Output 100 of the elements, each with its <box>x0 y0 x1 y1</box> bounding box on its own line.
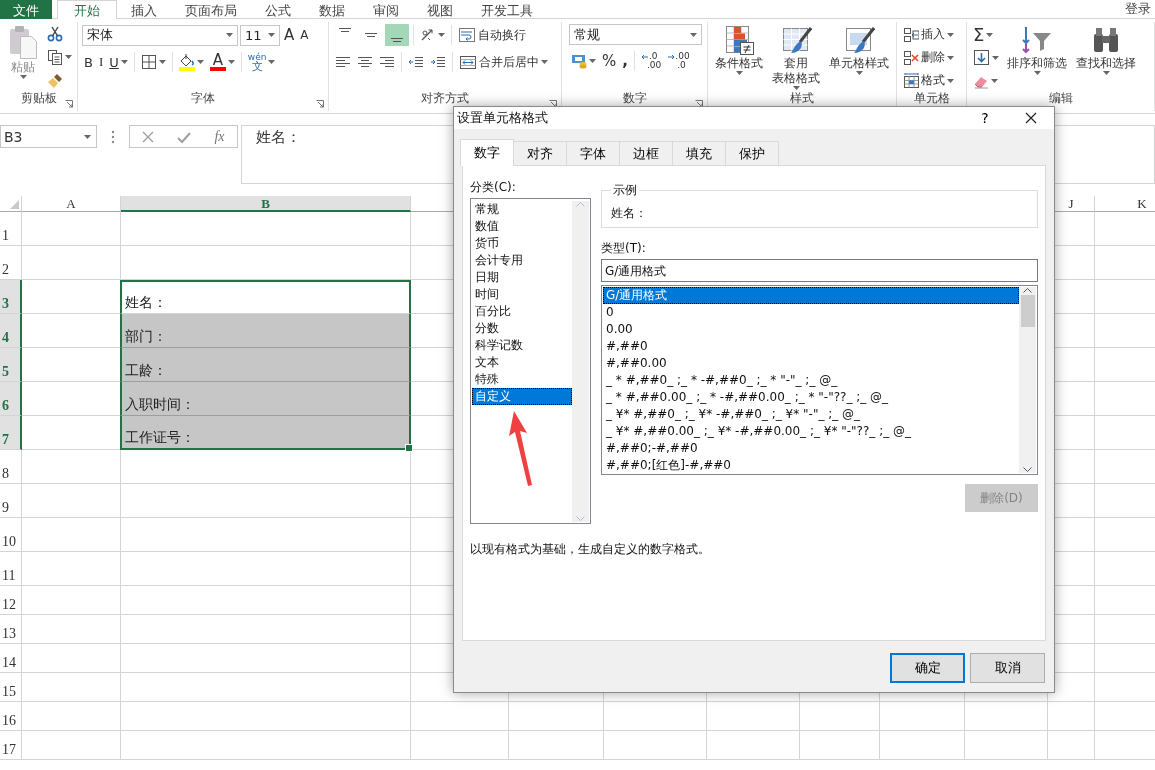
category-item[interactable]: 百分比 <box>472 303 572 320</box>
comma-button[interactable]: , <box>620 50 630 72</box>
row-header[interactable]: 5 <box>0 348 22 382</box>
format-item[interactable]: _ ¥* #,##0_ ;_ ¥* -#,##0_ ;_ ¥* "-"_ ;_ @_ <box>603 406 1019 423</box>
format-item[interactable]: _ * #,##0.00_ ;_ * -#,##0.00_ ;_ * "-"??_ ;_ @_ <box>603 389 1019 406</box>
row-header[interactable]: 6 <box>0 382 22 416</box>
format-item[interactable]: 0 <box>603 304 1019 321</box>
row-header[interactable]: 11 <box>0 552 22 586</box>
format-item[interactable]: #,##0 <box>603 338 1019 355</box>
category-item[interactable]: 文本 <box>472 354 572 371</box>
insert-cells-button[interactable]: 插入 <box>901 24 956 45</box>
delete-cells-button[interactable]: 删除 <box>901 47 956 68</box>
insert-function-button[interactable]: fx <box>211 128 228 145</box>
category-item[interactable]: 时间 <box>472 286 572 303</box>
dialog-tab[interactable]: 数字 <box>460 139 514 166</box>
italic-button[interactable]: I <box>96 51 106 73</box>
format-item[interactable]: _ ¥* #,##0.00_ ;_ ¥* -#,##0.00_ ;_ ¥* "-"??_ ;_ @_ <box>603 423 1019 440</box>
cancel-button[interactable]: 取消 <box>970 653 1045 683</box>
row-header[interactable]: 17 <box>0 731 22 760</box>
category-item[interactable]: 货币 <box>472 235 572 252</box>
wrap-text-button[interactable]: 自动换行 <box>456 24 528 46</box>
ribbon-tab[interactable]: 数据 <box>305 0 359 19</box>
shrink-font-button[interactable]: A <box>298 24 311 46</box>
copy-button[interactable] <box>45 47 74 68</box>
format-item[interactable]: #,##0;-#,##0 <box>603 440 1019 457</box>
conditional-format-button[interactable]: 条件格式 <box>712 24 766 75</box>
category-item[interactable]: 数值 <box>472 218 572 235</box>
font-name-field[interactable]: 宋体 <box>82 24 238 46</box>
find-select-button[interactable]: 查找和选择 <box>1073 24 1139 75</box>
scroll-down-icon[interactable] <box>1023 467 1032 473</box>
row-header[interactable]: 9 <box>0 484 22 518</box>
row-header[interactable]: 1 <box>0 212 22 246</box>
format-cells-button[interactable]: 格式 <box>901 70 956 91</box>
font-size-field[interactable]: 11 <box>240 24 280 46</box>
font-color-button[interactable]: A <box>207 51 237 73</box>
row-header[interactable]: 14 <box>0 644 22 673</box>
increase-decimal-button[interactable]: .0 .00 <box>638 50 664 72</box>
category-list[interactable]: 常规 数值 货币 会计专用 日期 时间 百分比 分数 科学记数 文本 特殊 自定义 <box>470 198 591 524</box>
category-item[interactable]: 科学记数 <box>472 337 572 354</box>
scroll-thumb[interactable] <box>1020 295 1035 327</box>
ribbon-tab[interactable]: 插入 <box>117 0 171 19</box>
column-header[interactable]: K <box>1095 196 1155 212</box>
row-header[interactable]: 10 <box>0 518 22 552</box>
row-header[interactable]: 16 <box>0 702 22 731</box>
number-format-field[interactable]: 常规 <box>569 24 702 45</box>
format-item[interactable]: G/通用格式 <box>603 287 1019 304</box>
row-header[interactable]: 15 <box>0 673 22 702</box>
sign-in-link[interactable]: 登录 <box>1121 0 1155 18</box>
autosum-button[interactable]: Σ <box>971 24 1001 45</box>
type-field[interactable]: G/通用格式 <box>601 259 1038 282</box>
bold-button[interactable]: B <box>82 51 95 73</box>
phonetic-button[interactable]: wén 文 <box>245 51 278 73</box>
ribbon-tab[interactable]: 页面布局 <box>171 0 251 19</box>
help-button[interactable]: ? <box>962 107 1008 129</box>
ribbon-tab[interactable]: 开始 <box>57 0 117 19</box>
underline-button[interactable]: U <box>107 51 130 73</box>
table-format-button[interactable]: 套用 表格格式 <box>769 24 823 90</box>
scroll-up-icon[interactable] <box>1023 287 1032 293</box>
scrollbar[interactable] <box>1019 287 1036 473</box>
category-item[interactable]: 常规 <box>472 201 572 218</box>
cell-styles-button[interactable]: 单元格样式 <box>826 24 892 75</box>
row-header[interactable]: 12 <box>0 586 22 615</box>
dialog-tab[interactable]: 保护 <box>725 141 779 165</box>
ribbon-tab[interactable]: 文件 <box>0 0 52 19</box>
category-item[interactable]: 特殊 <box>472 371 572 388</box>
column-header[interactable]: B <box>121 196 411 212</box>
row-header[interactable]: 13 <box>0 615 22 644</box>
row-header[interactable]: 7 <box>0 416 22 450</box>
row-header[interactable]: 4 <box>0 314 22 348</box>
launcher-icon[interactable] <box>65 100 73 108</box>
name-box[interactable]: B3 <box>0 125 98 148</box>
row-header[interactable]: 8 <box>0 450 22 484</box>
launcher-icon[interactable] <box>549 100 557 108</box>
decrease-decimal-button[interactable]: .00 .0 <box>665 50 692 72</box>
fill-button[interactable] <box>971 47 1001 68</box>
format-list[interactable] <box>601 285 1038 475</box>
ribbon-tab[interactable]: 开发工具 <box>467 0 547 19</box>
ok-button[interactable]: 确定 <box>890 653 965 683</box>
ribbon-tab[interactable]: 公式 <box>251 0 305 19</box>
vertical-align-button[interactable] <box>385 24 409 46</box>
category-item[interactable]: 日期 <box>472 269 572 286</box>
percent-button[interactable]: % <box>600 50 619 72</box>
ribbon-tab[interactable]: 视图 <box>413 0 467 19</box>
merge-center-button[interactable]: 合并后居中 <box>457 51 550 73</box>
row-header[interactable]: 3 <box>0 280 22 314</box>
caret-icon <box>19 75 27 79</box>
ribbon-tab[interactable]: 审阅 <box>359 0 413 19</box>
grow-font-button[interactable]: A <box>282 24 297 46</box>
launcher-icon[interactable] <box>695 100 703 108</box>
format-item[interactable]: #,##0;[红色]-#,##0 <box>603 457 1019 474</box>
format-item[interactable]: 0.00 <box>603 321 1019 338</box>
category-item[interactable]: 会计专用 <box>472 252 572 269</box>
sort-filter-button[interactable]: 排序和筛选 <box>1004 24 1070 75</box>
launcher-icon[interactable] <box>316 100 324 108</box>
format-item[interactable]: #,##0.00 <box>603 355 1019 372</box>
fill-handle[interactable] <box>405 444 413 452</box>
fill-color-button[interactable] <box>176 51 206 73</box>
format-item[interactable]: _ * #,##0_ ;_ * -#,##0_ ;_ * "-"_ ;_ @_ <box>603 372 1019 389</box>
category-item[interactable]: 分数 <box>472 320 572 337</box>
category-item[interactable]: 自定义 <box>472 388 572 405</box>
